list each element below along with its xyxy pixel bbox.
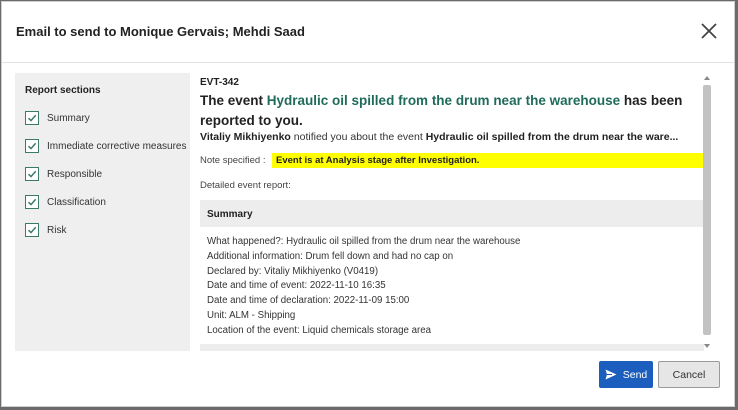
section-label: Risk [47, 224, 67, 236]
detailed-report-label: Detailed event report: [200, 180, 291, 191]
note-row: Note specified : Event is at Analysis st… [200, 153, 705, 169]
section-classification[interactable]: Classification [25, 193, 106, 211]
summary-title: Summary [207, 209, 253, 220]
cancel-button[interactable]: Cancel [658, 361, 720, 388]
scroll-up-icon[interactable] [704, 76, 710, 80]
event-title-link[interactable]: Hydraulic oil spilled from the drum near… [267, 93, 620, 108]
summary-line: Additional information: Drum fell down a… [207, 250, 454, 262]
section-immediate-corrective-measures[interactable]: Immediate corrective measures [25, 137, 187, 155]
report-sections-panel: Report sections Summary Immediate correc… [15, 73, 190, 351]
section-label: Classification [47, 196, 106, 208]
section-label: Immediate corrective measures [47, 140, 187, 152]
close-icon[interactable] [698, 20, 720, 42]
scroll-down-icon[interactable] [704, 344, 710, 348]
summary-line: Declared by: Vitaliy Mikhiyenko (V0419) [207, 265, 379, 277]
summary-line: What happened?: Hydraulic oil spilled fr… [207, 236, 521, 247]
dialog-title: Email to send to Monique Gervais; Mehdi … [16, 24, 305, 39]
email-preview[interactable]: EVT-342 The event Hydraulic oil spilled … [198, 73, 714, 351]
send-icon [605, 369, 617, 380]
note-highlight: Event is at Analysis stage after Investi… [272, 153, 705, 168]
send-label: Send [622, 368, 648, 381]
event-heading: The event Hydraulic oil spilled from the… [200, 91, 705, 131]
notify-text: notified you about the event [290, 131, 426, 143]
note-label: Note specified : [200, 155, 266, 166]
check-icon [27, 226, 37, 234]
checkbox-immediate-corrective-measures[interactable] [25, 139, 39, 153]
summary-section-header: Summary [200, 200, 704, 227]
scroll-thumb[interactable] [703, 85, 711, 335]
notification-line: Vitaliy Mikhiyenko notified you about th… [200, 131, 705, 143]
summary-line: Unit: ALM - Shipping [207, 309, 296, 321]
section-label: Summary [47, 112, 90, 124]
summary-details: What happened?: Hydraulic oil spilled fr… [207, 235, 702, 339]
check-icon [27, 142, 37, 150]
cancel-label: Cancel [672, 368, 706, 381]
section-risk[interactable]: Risk [25, 221, 66, 239]
checkbox-risk[interactable] [25, 223, 39, 237]
event-id: EVT-342 [200, 77, 239, 88]
notify-event-name: Hydraulic oil spilled from the drum near… [425, 131, 679, 143]
section-responsible[interactable]: Responsible [25, 165, 102, 183]
heading-prefix: The event [200, 93, 267, 108]
checkbox-classification[interactable] [25, 195, 39, 209]
next-section-header [200, 344, 704, 351]
dialog-header: Email to send to Monique Gervais; Mehdi … [2, 2, 734, 63]
checkbox-summary[interactable] [25, 111, 39, 125]
summary-line: Date and time of declaration: 2022-11-09… [207, 295, 410, 307]
sidebar-title: Report sections [25, 85, 101, 96]
checkbox-responsible[interactable] [25, 167, 39, 181]
summary-line: Location of the event: Liquid chemicals … [207, 324, 432, 336]
check-icon [27, 198, 37, 206]
section-label: Responsible [47, 168, 103, 180]
notifier-name: Vitaliy Mikhiyenko [200, 131, 291, 143]
summary-line: Date and time of event: 2022-11-10 16:35 [207, 280, 386, 292]
check-icon [27, 170, 37, 178]
vertical-scrollbar[interactable] [702, 73, 712, 351]
check-icon [27, 114, 37, 122]
send-button[interactable]: Send [599, 361, 653, 388]
section-summary[interactable]: Summary [25, 109, 90, 127]
